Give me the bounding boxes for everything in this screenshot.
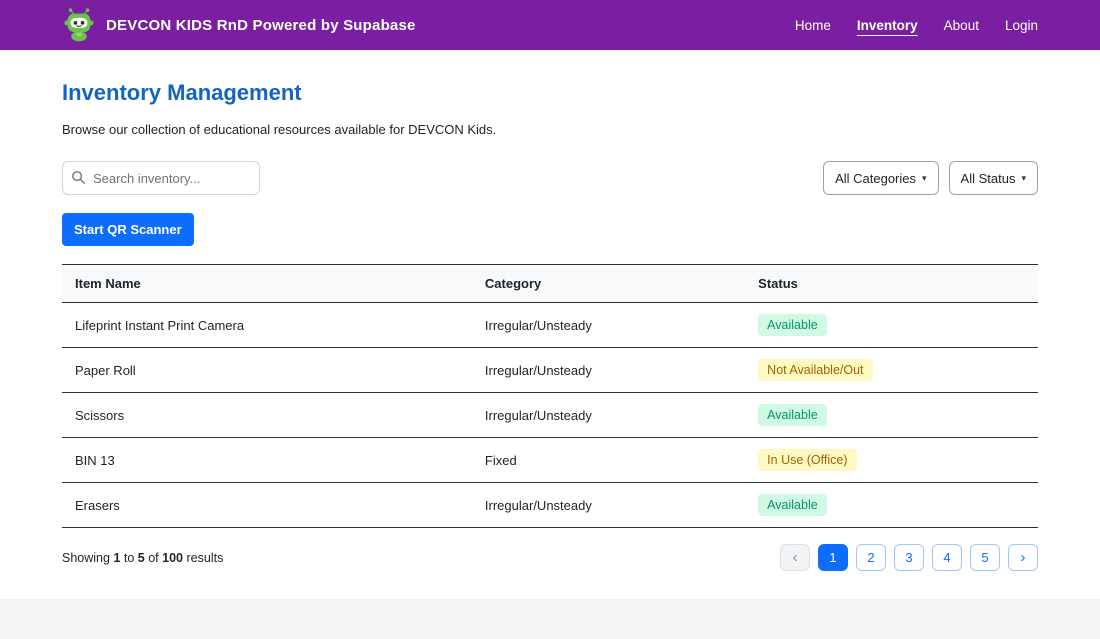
status-badge: Available: [758, 314, 827, 336]
table-row: Lifeprint Instant Print Camera Irregular…: [62, 303, 1038, 348]
pagination: ‹ 1 2 3 4 5 ›: [780, 544, 1038, 571]
nav-home[interactable]: Home: [795, 18, 831, 33]
table-row: Paper Roll Irregular/Unsteady Not Availa…: [62, 348, 1038, 393]
item-name-cell: Lifeprint Instant Print Camera: [62, 303, 472, 348]
pagination-page-4[interactable]: 4: [932, 544, 962, 571]
navbar: DEVCON KIDS RnD Powered by Supabase Home…: [0, 0, 1100, 50]
pagination-page-1[interactable]: 1: [818, 544, 848, 571]
item-name-cell: Erasers: [62, 483, 472, 528]
results-to: 5: [138, 551, 145, 565]
item-name-cell: BIN 13: [62, 438, 472, 483]
chevron-right-icon: ›: [1021, 550, 1026, 565]
category-cell: Irregular/Unsteady: [472, 303, 745, 348]
category-cell: Irregular/Unsteady: [472, 393, 745, 438]
pagination-page-5[interactable]: 5: [970, 544, 1000, 571]
column-header-category: Category: [472, 265, 745, 303]
nav-inventory[interactable]: Inventory: [857, 18, 918, 33]
results-summary: Showing 1 to 5 of 100 results: [62, 551, 223, 565]
table-footer: Showing 1 to 5 of 100 results ‹ 1 2 3 4 …: [62, 544, 1038, 571]
search-icon: [71, 170, 86, 190]
nav-login[interactable]: Login: [1005, 18, 1038, 33]
category-cell: Irregular/Unsteady: [472, 348, 745, 393]
status-badge: Not Available/Out: [758, 359, 872, 381]
results-showing-label: Showing: [62, 551, 110, 565]
pagination-page-3[interactable]: 3: [894, 544, 924, 571]
pagination-next-button[interactable]: ›: [1008, 544, 1038, 571]
categories-filter-dropdown[interactable]: All Categories ▾: [823, 161, 938, 195]
results-from: 1: [113, 551, 120, 565]
pagination-prev-button[interactable]: ‹: [780, 544, 810, 571]
nav-about[interactable]: About: [944, 18, 979, 33]
chevron-down-icon: ▾: [922, 174, 927, 183]
nav-links: Home Inventory About Login: [795, 18, 1038, 33]
search-input[interactable]: [62, 161, 260, 195]
toolbar: All Categories ▾ All Status ▾: [62, 161, 1038, 195]
brand[interactable]: DEVCON KIDS RnD Powered by Supabase: [62, 8, 416, 42]
table-row: Scissors Irregular/Unsteady Available: [62, 393, 1038, 438]
table-header-row: Item Name Category Status: [62, 265, 1038, 303]
robot-logo-icon: [62, 8, 96, 42]
category-cell: Fixed: [472, 438, 745, 483]
start-qr-scanner-button[interactable]: Start QR Scanner: [62, 213, 194, 246]
item-name-cell: Paper Roll: [62, 348, 472, 393]
chevron-down-icon: ▾: [1021, 174, 1026, 183]
brand-title: DEVCON KIDS RnD Powered by Supabase: [106, 17, 416, 34]
results-total: 100: [162, 551, 183, 565]
item-name-cell: Scissors: [62, 393, 472, 438]
status-filter-dropdown[interactable]: All Status ▾: [949, 161, 1038, 195]
results-of-label: of: [148, 551, 158, 565]
table-row: Erasers Irregular/Unsteady Available: [62, 483, 1038, 528]
category-cell: Irregular/Unsteady: [472, 483, 745, 528]
results-results-label: results: [187, 551, 224, 565]
page-subtitle: Browse our collection of educational res…: [62, 122, 1038, 137]
status-badge: Available: [758, 404, 827, 426]
search-box: [62, 161, 260, 195]
table-row: BIN 13 Fixed In Use (Office): [62, 438, 1038, 483]
chevron-left-icon: ‹: [793, 550, 798, 565]
categories-filter-label: All Categories: [835, 171, 916, 186]
filters: All Categories ▾ All Status ▾: [823, 161, 1038, 195]
status-badge: In Use (Office): [758, 449, 856, 471]
page-bottom-strip: [0, 599, 1100, 639]
page-title: Inventory Management: [62, 80, 1038, 106]
main-content: Inventory Management Browse our collecti…: [0, 80, 1100, 571]
inventory-table: Item Name Category Status Lifeprint Inst…: [62, 264, 1038, 528]
column-header-status: Status: [745, 265, 1038, 303]
results-to-label: to: [124, 551, 134, 565]
pagination-page-2[interactable]: 2: [856, 544, 886, 571]
status-filter-label: All Status: [961, 171, 1016, 186]
status-badge: Available: [758, 494, 827, 516]
column-header-item-name: Item Name: [62, 265, 472, 303]
